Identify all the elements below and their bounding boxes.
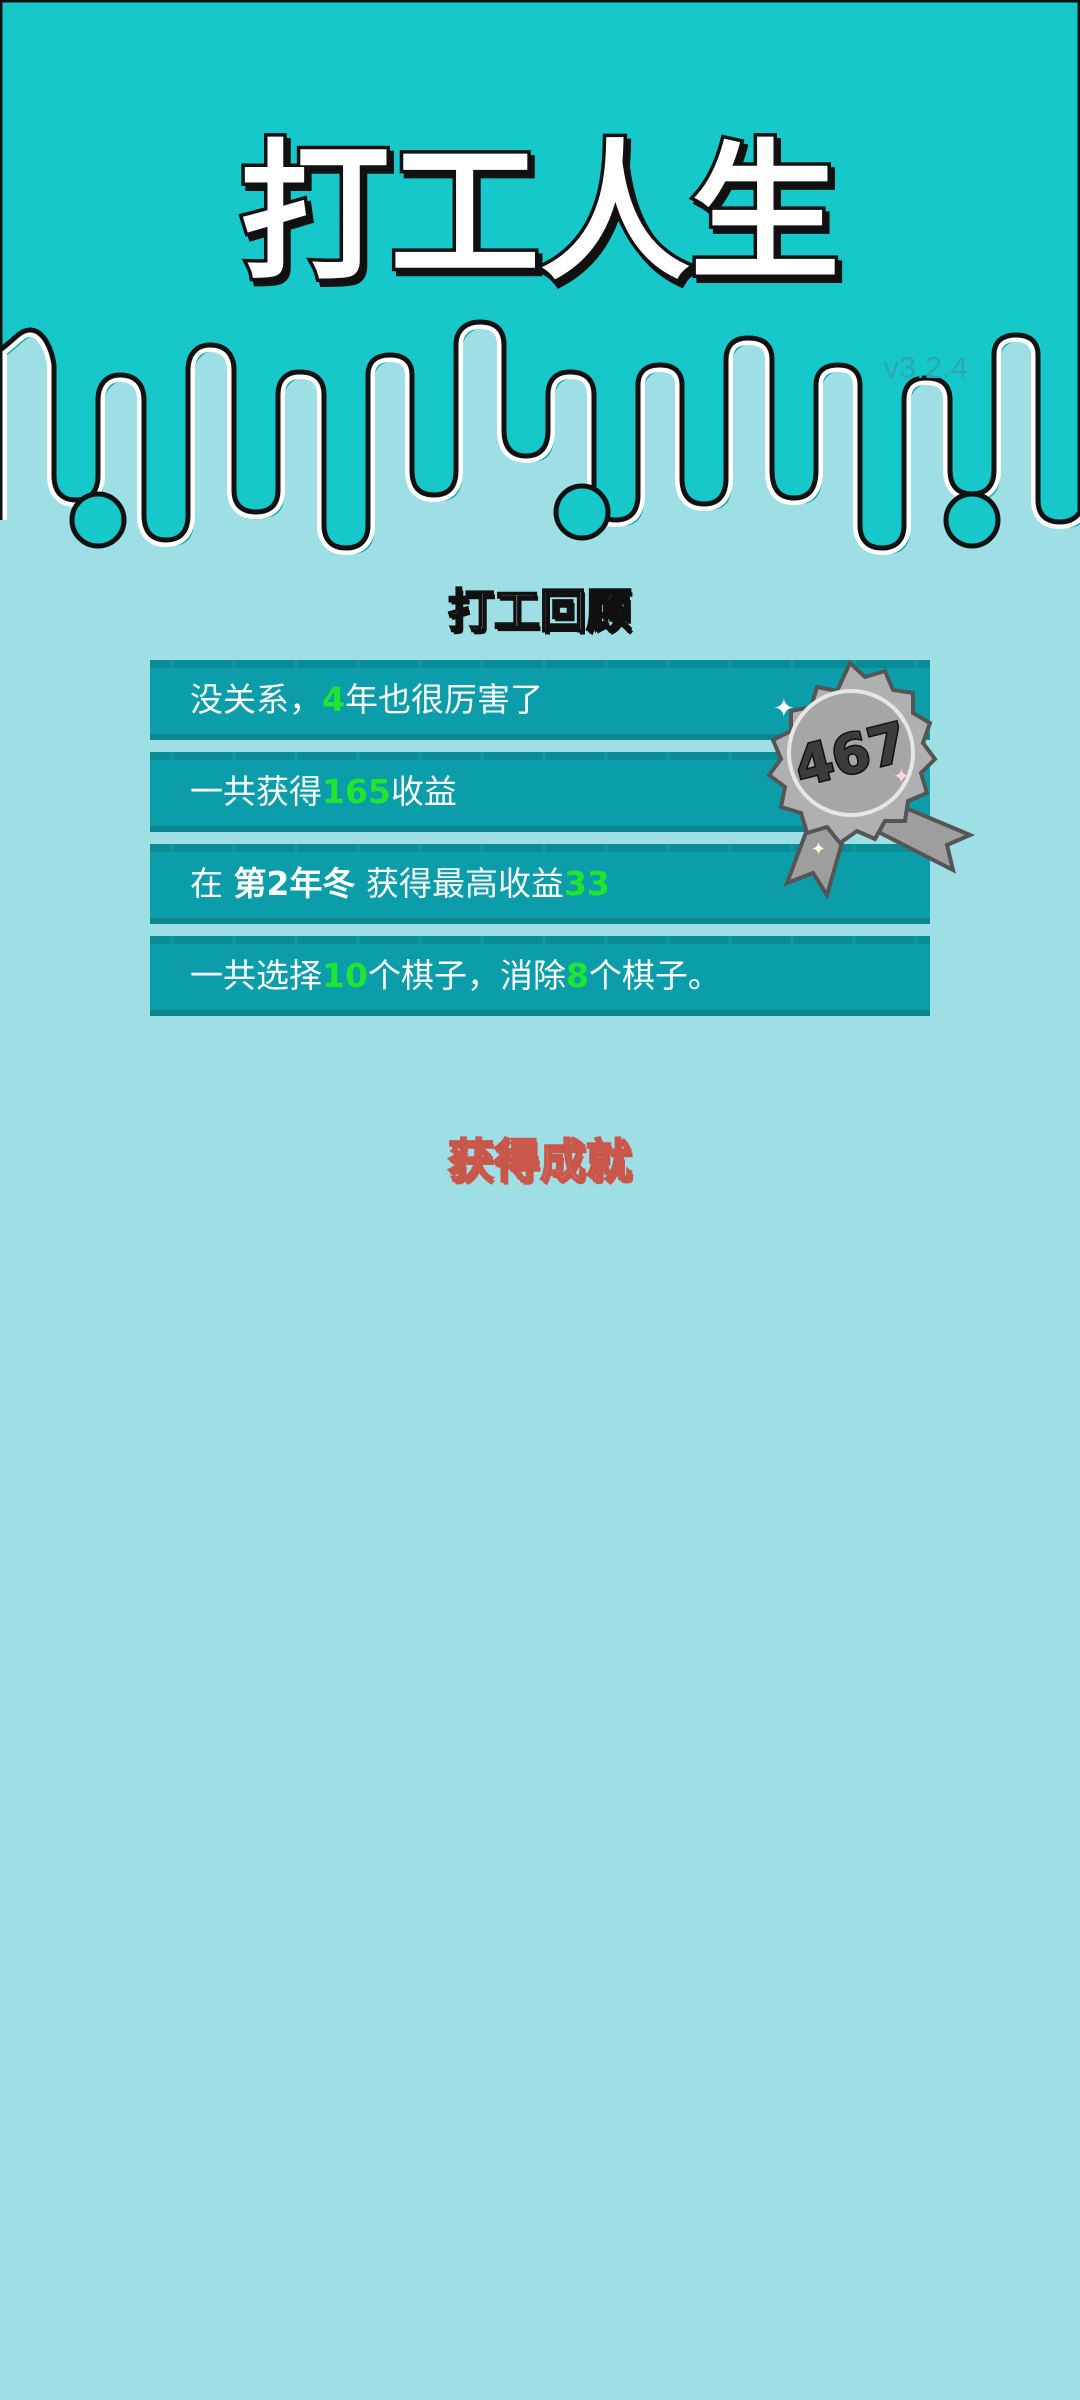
years-value: 4 bbox=[322, 680, 345, 719]
game-title: 打工人生 bbox=[240, 127, 840, 301]
row-text: 获得最高收益 bbox=[355, 864, 564, 903]
row-text: 个棋子。 bbox=[588, 956, 721, 995]
removed-count: 8 bbox=[565, 956, 589, 995]
row-text: 个棋子，消除 bbox=[367, 956, 566, 995]
header-banner: 打工人生 v3.2.4 bbox=[0, 0, 1080, 560]
drip-banner-graphic: 打工人生 bbox=[0, 0, 1080, 560]
drip-drop bbox=[69, 491, 127, 549]
row-text: 收益 bbox=[390, 772, 457, 811]
version-label: v3.2.4 bbox=[883, 350, 968, 385]
selected-count: 10 bbox=[322, 956, 368, 995]
row-text: 一共获得 bbox=[190, 772, 322, 811]
review-row-pieces: 一共选择10个棋子，消除8个棋子。 bbox=[150, 936, 930, 1016]
achievements-heading: 获得成就 bbox=[447, 1133, 633, 1189]
sparkle-icon: ✦ bbox=[811, 839, 826, 860]
sparkle-icon: ✦ bbox=[893, 764, 910, 788]
income-value: 165 bbox=[322, 772, 391, 811]
row-text: 在 bbox=[190, 864, 234, 903]
sparkle-icon: ✦ bbox=[773, 694, 795, 724]
row-text: 一共选择 bbox=[190, 956, 322, 995]
best-season: 第2年冬 bbox=[233, 864, 356, 903]
score-medal: 467 ✦ ✦ ✦ bbox=[766, 659, 975, 900]
drip-drop bbox=[553, 483, 611, 541]
review-heading: 打工回顾 bbox=[447, 583, 633, 639]
drip-drop bbox=[943, 491, 1001, 549]
row-text: 年也很厉害了 bbox=[344, 680, 543, 719]
best-income-value: 33 bbox=[563, 864, 610, 903]
row-text: 没关系， bbox=[190, 680, 322, 719]
